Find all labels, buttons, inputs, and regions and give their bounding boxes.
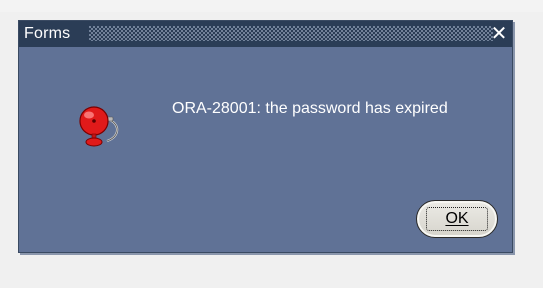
title-bar-grip bbox=[89, 26, 493, 41]
forms-dialog: Forms ✕ ORA-28001: the password has expi… bbox=[18, 20, 513, 253]
bottom-strip bbox=[0, 255, 543, 288]
dialog-title: Forms bbox=[24, 25, 71, 42]
screen: Forms ✕ ORA-28001: the password has expi… bbox=[0, 0, 543, 288]
top-strip bbox=[0, 0, 543, 12]
close-button[interactable]: ✕ bbox=[488, 23, 510, 45]
error-message: ORA-28001: the password has expired bbox=[172, 100, 448, 117]
title-bar[interactable]: Forms ✕ bbox=[19, 21, 512, 47]
alarm-bell-icon bbox=[79, 106, 119, 147]
ok-button-label: OK bbox=[445, 210, 469, 227]
ok-button[interactable]: OK bbox=[416, 200, 498, 238]
